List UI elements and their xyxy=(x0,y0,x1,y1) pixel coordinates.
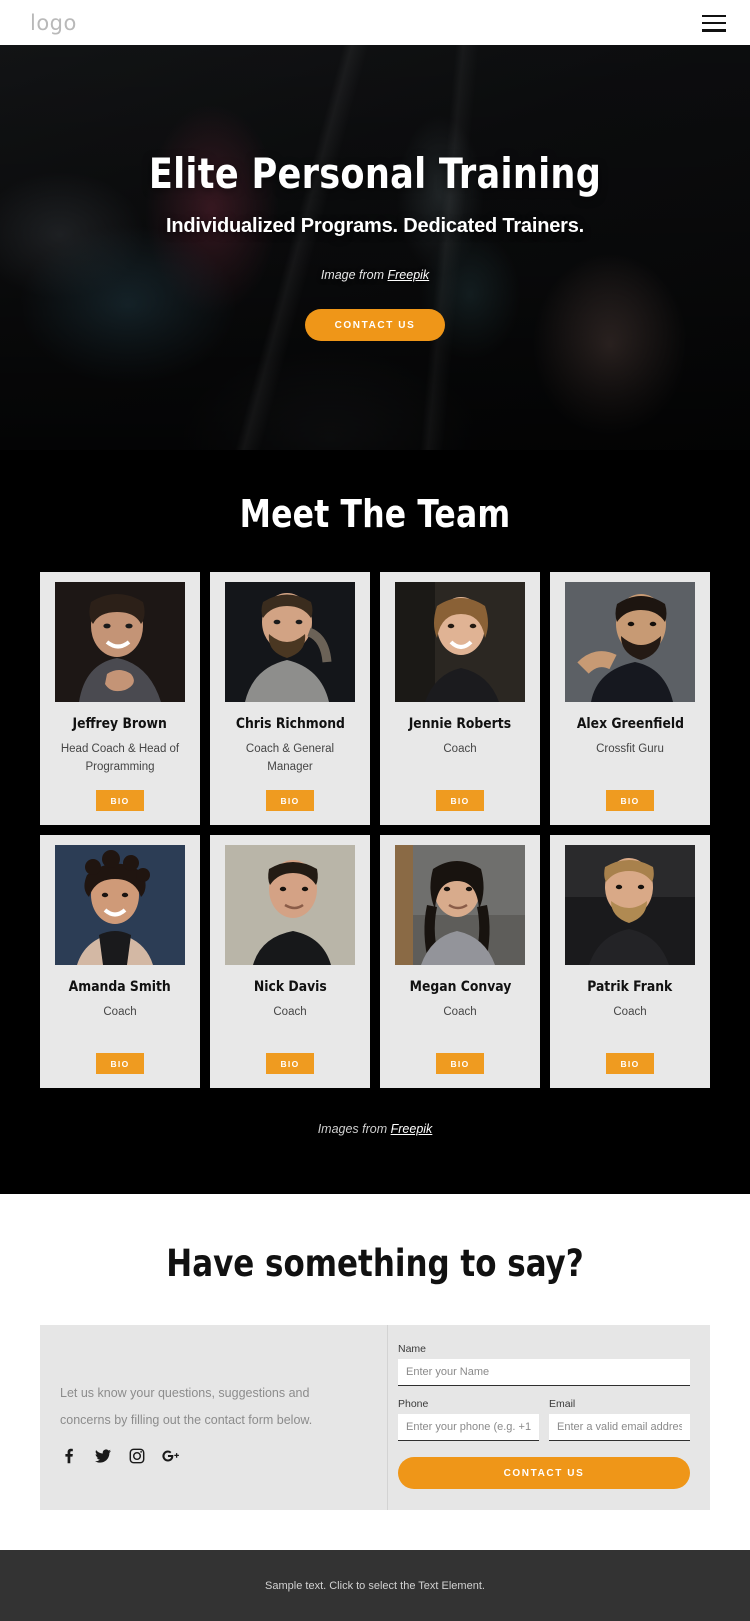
phone-field-label: Phone xyxy=(398,1398,429,1410)
team-member-card[interactable]: Chris Richmond Coach & General Manager B… xyxy=(210,572,370,825)
member-name: Nick Davis xyxy=(253,979,327,995)
hamburger-menu-icon[interactable] xyxy=(702,14,726,32)
team-credit-prefix: Images from xyxy=(317,1122,391,1136)
contact-section-title: Have something to say? xyxy=(166,1242,584,1285)
team-member-card[interactable]: Alex Greenfield Crossfit Guru BIO xyxy=(550,572,710,825)
google-plus-icon[interactable] xyxy=(162,1447,180,1465)
member-photo xyxy=(565,845,695,965)
hero-contact-us-button[interactable]: CONTACT US xyxy=(304,309,446,342)
freepik-link[interactable]: Freepik xyxy=(388,268,430,282)
team-member-card[interactable]: Nick Davis Coach BIO xyxy=(210,835,370,1088)
twitter-icon[interactable] xyxy=(94,1447,112,1465)
member-photo xyxy=(225,582,355,702)
facebook-icon[interactable] xyxy=(60,1447,78,1465)
team-images-credit: Images from Freepik xyxy=(0,1122,750,1136)
phone-input[interactable] xyxy=(398,1414,539,1441)
team-member-card[interactable]: Jeffrey Brown Head Coach & Head of Progr… xyxy=(40,572,200,825)
team-member-card[interactable]: Patrik Frank Coach BIO xyxy=(550,835,710,1088)
member-role: Coach xyxy=(443,1006,477,1018)
member-bio-button[interactable]: BIO xyxy=(606,1053,654,1074)
member-bio-button[interactable]: BIO xyxy=(96,1053,144,1074)
member-photo xyxy=(225,845,355,965)
hamburger-bar xyxy=(702,28,726,32)
name-input[interactable] xyxy=(398,1359,690,1386)
contact-info-panel: Let us know your questions, suggestions … xyxy=(40,1325,388,1510)
member-name: Amanda Smith xyxy=(68,979,172,995)
member-role: Coach xyxy=(613,1006,647,1018)
hero-image-credit: Image from Freepik xyxy=(0,268,750,282)
member-photo xyxy=(395,845,525,965)
member-name: Patrik Frank xyxy=(587,979,673,995)
member-photo xyxy=(55,845,185,965)
member-photo xyxy=(395,582,525,702)
contact-submit-button[interactable]: CONTACT US xyxy=(398,1457,690,1489)
team-grid: Jeffrey Brown Head Coach & Head of Progr… xyxy=(0,572,750,1088)
member-bio-button[interactable]: BIO xyxy=(606,790,654,811)
freepik-link[interactable]: Freepik xyxy=(391,1122,433,1136)
site-logo[interactable]: logo xyxy=(30,11,77,35)
team-member-card[interactable]: Amanda Smith Coach BIO xyxy=(40,835,200,1088)
hero-credit-prefix: Image from xyxy=(320,268,388,283)
name-field-label: Name xyxy=(398,1343,427,1355)
member-bio-button[interactable]: BIO xyxy=(266,790,314,811)
member-role: Crossfit Guru xyxy=(596,743,664,755)
email-field-label: Email xyxy=(549,1398,576,1410)
contact-form: Name Phone Email CONTACT US xyxy=(388,1325,710,1510)
contact-form-box: Let us know your questions, suggestions … xyxy=(40,1325,710,1510)
member-role: Coach xyxy=(273,1006,307,1018)
member-role: Coach xyxy=(103,1006,137,1018)
member-name: Jeffrey Brown xyxy=(72,716,168,732)
member-role: Head Coach & Head of Programming xyxy=(60,743,180,774)
hamburger-bar xyxy=(702,14,726,18)
team-section-title: Meet The Team xyxy=(239,492,511,536)
member-bio-button[interactable]: BIO xyxy=(96,790,144,811)
team-member-card[interactable]: Jennie Roberts Coach BIO xyxy=(380,572,540,825)
team-member-card[interactable]: Megan Convay Coach BIO xyxy=(380,835,540,1088)
site-header: logo xyxy=(0,0,750,45)
hero-title: Elite Personal Training xyxy=(148,149,602,198)
hamburger-bar xyxy=(702,21,726,25)
member-bio-button[interactable]: BIO xyxy=(436,1053,484,1074)
contact-description: Let us know your questions, suggestions … xyxy=(60,1386,313,1427)
site-footer: Sample text. Click to select the Text El… xyxy=(0,1550,750,1621)
hero-section: Elite Personal Training Individualized P… xyxy=(0,45,750,450)
member-name: Megan Convay xyxy=(409,979,511,995)
member-name: Chris Richmond xyxy=(235,716,345,732)
member-role: Coach & General Manager xyxy=(245,743,335,774)
member-photo xyxy=(565,582,695,702)
member-name: Jennie Roberts xyxy=(408,716,512,732)
team-section: Meet The Team Jeffrey Brown Head Coach &… xyxy=(0,450,750,1194)
member-bio-button[interactable]: BIO xyxy=(266,1053,314,1074)
email-input[interactable] xyxy=(549,1414,690,1441)
member-photo xyxy=(55,582,185,702)
member-bio-button[interactable]: BIO xyxy=(436,790,484,811)
member-name: Alex Greenfield xyxy=(576,716,684,732)
footer-sample-text[interactable]: Sample text. Click to select the Text El… xyxy=(265,1580,485,1592)
contact-section: Have something to say? Let us know your … xyxy=(0,1194,750,1550)
hero-subtitle: Individualized Programs. Dedicated Train… xyxy=(166,215,584,238)
instagram-icon[interactable] xyxy=(128,1447,146,1465)
member-role: Coach xyxy=(443,743,477,755)
social-links xyxy=(60,1447,357,1465)
